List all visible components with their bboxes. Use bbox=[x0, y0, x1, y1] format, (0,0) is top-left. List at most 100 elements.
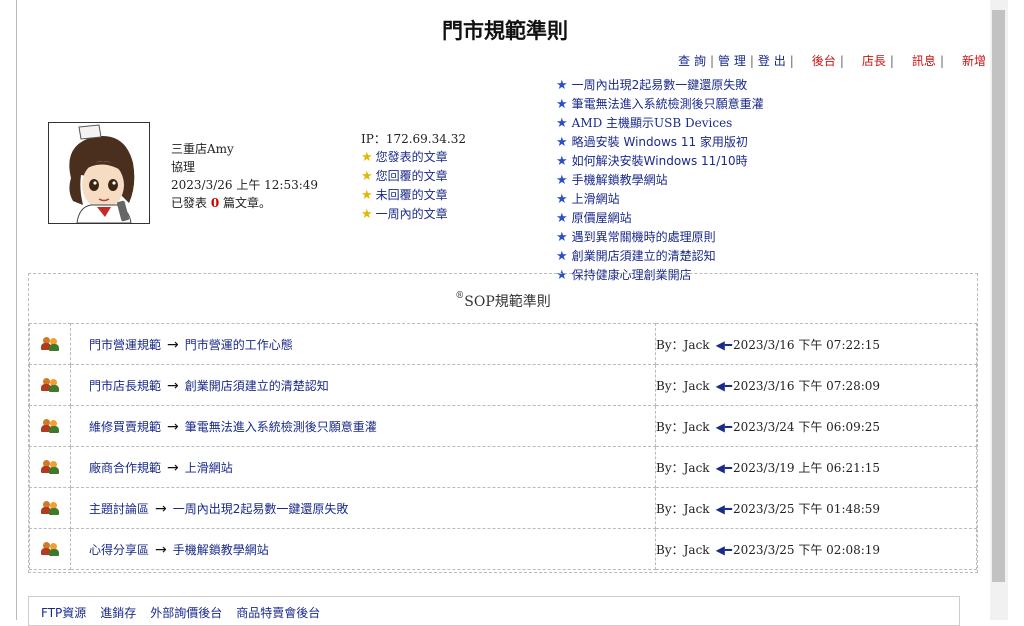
category-link[interactable]: 門市營運規範 bbox=[89, 338, 161, 352]
post-date: 2023/3/16 下午 07:22:15 bbox=[733, 337, 881, 352]
row-icon-cell bbox=[29, 487, 71, 529]
row-author-cell: By：Jack ◀━2023/3/16 下午 07:22:15 bbox=[655, 323, 977, 365]
row-icon-cell bbox=[29, 446, 71, 488]
weekly-posts-label: 一周內的文章 bbox=[375, 207, 448, 221]
topic-link[interactable]: 筆電無法進入系統檢測後只願意重灌 bbox=[185, 420, 377, 434]
topic-link[interactable]: 門市營運的工作心態 bbox=[185, 338, 293, 352]
news-item[interactable]: ★ 遇到異常關機時的處理原則 bbox=[556, 228, 764, 247]
nav-separator: | bbox=[839, 54, 844, 68]
news-item[interactable]: ★ 略過安裝 Windows 11 家用版初 bbox=[556, 133, 764, 152]
star-icon: ★ bbox=[556, 211, 568, 226]
star-icon: ★ bbox=[556, 97, 568, 112]
nav-new-link[interactable]: 新增 bbox=[962, 54, 986, 68]
news-item-label: AMD 主機顯示USB Devices bbox=[571, 116, 733, 130]
news-item[interactable]: ★ 創業開店須建立的清楚認知 bbox=[556, 247, 764, 266]
row-topic-cell: 維修買賣規範 → 筆電無法進入系統檢測後只願意重灌 bbox=[70, 405, 656, 447]
category-link[interactable]: 主題討論區 bbox=[89, 502, 149, 516]
weekly-posts-link[interactable]: ★ 一周內的文章 bbox=[361, 205, 466, 224]
news-item[interactable]: ★ 手機解鎖教學網站 bbox=[556, 171, 764, 190]
product-sale-backend-link[interactable]: 商品特賣會後台 bbox=[236, 606, 320, 620]
inventory-link[interactable]: 進銷存 bbox=[100, 606, 136, 620]
registered-mark: ® bbox=[455, 291, 465, 301]
vertical-scrollbar-thumb[interactable] bbox=[992, 10, 1005, 582]
row-author-cell: By：Jack ◀━2023/3/25 下午 02:08:19 bbox=[655, 528, 977, 570]
row-topic-cell: 心得分享區 → 手機解鎖教學網站 bbox=[70, 528, 656, 570]
bottom-link-bar: FTP資源 進銷存 外部詢價後台 商品特賣會後台 bbox=[28, 596, 960, 626]
table-row: 廠商合作規範 → 上滑網站 By：Jack ◀━2023/3/19 上午 06:21:… bbox=[29, 446, 977, 488]
author: By：Jack bbox=[656, 460, 710, 475]
post-count-number: 0 bbox=[210, 196, 220, 210]
top-navigation: 查 詢 | 管 理 | 登 出 | 後台 | 店長 | 訊息 | 新增 bbox=[678, 52, 986, 69]
ftp-resources-link[interactable]: FTP資源 bbox=[41, 606, 86, 620]
news-item[interactable]: ★ 如何解決安裝Windows 11/10時 bbox=[556, 152, 764, 171]
nav-logout-link[interactable]: 登 出 bbox=[758, 54, 786, 68]
my-replies-link[interactable]: ★ 您回覆的文章 bbox=[361, 167, 466, 186]
news-item[interactable]: ★ 上滑網站 bbox=[556, 190, 764, 209]
row-icon-cell bbox=[29, 528, 71, 570]
nav-separator: | bbox=[789, 54, 794, 68]
star-icon: ★ bbox=[556, 78, 568, 93]
users-icon bbox=[41, 501, 59, 516]
arrow-right-icon: → bbox=[155, 500, 167, 517]
author: By：Jack bbox=[656, 378, 710, 393]
nav-backend-link[interactable]: 後台 bbox=[812, 54, 836, 68]
my-posts-link[interactable]: ★ 您發表的文章 bbox=[361, 148, 466, 167]
category-link[interactable]: 心得分享區 bbox=[89, 543, 149, 557]
category-link[interactable]: 維修買賣規範 bbox=[89, 420, 161, 434]
topic-link[interactable]: 上滑網站 bbox=[185, 461, 233, 475]
post-date: 2023/3/25 下午 02:08:19 bbox=[733, 542, 881, 557]
nav-search-link[interactable]: 查 詢 bbox=[678, 54, 706, 68]
arrow-right-icon: → bbox=[167, 459, 179, 476]
sop-section: ®SOP規範準則 門市營運規範 → 門市營運的工作心態 By：Jack ◀━2023/… bbox=[28, 273, 978, 573]
news-item-label: 遇到異常關機時的處理原則 bbox=[571, 230, 716, 244]
arrow-right-icon: → bbox=[155, 541, 167, 558]
star-icon: ★ bbox=[556, 116, 568, 131]
row-author-cell: By：Jack ◀━2023/3/19 上午 06:21:15 bbox=[655, 446, 977, 488]
topic-link[interactable]: 創業開店須建立的清楚認知 bbox=[185, 379, 329, 393]
user-post-count: 已發表 0 篇文章。 bbox=[171, 194, 318, 212]
category-link[interactable]: 廠商合作規範 bbox=[89, 461, 161, 475]
star-icon: ★ bbox=[361, 188, 373, 203]
bottom-links: FTP資源 進銷存 外部詢價後台 商品特賣會後台 bbox=[41, 604, 334, 621]
my-replies-label: 您回覆的文章 bbox=[375, 169, 448, 183]
row-icon-cell bbox=[29, 405, 71, 447]
nav-manage-link[interactable]: 管 理 bbox=[718, 54, 746, 68]
row-author-cell: By：Jack ◀━2023/3/24 下午 06:09:25 bbox=[655, 405, 977, 447]
my-posts-label: 您發表的文章 bbox=[375, 150, 448, 164]
nav-manager-link[interactable]: 店長 bbox=[862, 54, 886, 68]
row-author-cell: By：Jack ◀━2023/3/16 下午 07:28:09 bbox=[655, 364, 977, 406]
news-item[interactable]: ★ 筆電無法進入系統檢測後只願意重灌 bbox=[556, 95, 764, 114]
category-link[interactable]: 門市店長規範 bbox=[89, 379, 161, 393]
unreplied-posts-label: 未回覆的文章 bbox=[375, 188, 448, 202]
news-item-label: 上滑網站 bbox=[571, 192, 620, 206]
nav-separator: | bbox=[889, 54, 894, 68]
nav-separator: | bbox=[749, 54, 754, 68]
table-row: 門市店長規範 → 創業開店須建立的清楚認知 By：Jack ◀━2023/3/16 下… bbox=[29, 364, 977, 406]
news-item-label: 略過安裝 Windows 11 家用版初 bbox=[571, 135, 748, 149]
external-quote-backend-link[interactable]: 外部詢價後台 bbox=[150, 606, 222, 620]
topic-link[interactable]: 手機解鎖教學網站 bbox=[173, 543, 269, 557]
back-arrow-icon: ◀━ bbox=[715, 419, 733, 434]
news-item[interactable]: ★ AMD 主機顯示USB Devices bbox=[556, 114, 764, 133]
back-arrow-icon: ◀━ bbox=[715, 542, 733, 557]
news-item-label: 一周內出現2起易數一鍵還原失敗 bbox=[571, 78, 748, 92]
sop-section-title: ®SOP規範準則 bbox=[29, 291, 977, 311]
news-item[interactable]: ★ 一周內出現2起易數一鍵還原失敗 bbox=[556, 76, 764, 95]
back-arrow-icon: ◀━ bbox=[715, 337, 733, 352]
news-item-label: 如何解決安裝Windows 11/10時 bbox=[571, 154, 748, 168]
star-icon: ★ bbox=[556, 135, 568, 150]
news-item[interactable]: ★ 原價屋網站 bbox=[556, 209, 764, 228]
post-date: 2023/3/25 下午 01:48:59 bbox=[733, 501, 881, 516]
topic-link[interactable]: 一周內出現2起易數一鍵還原失敗 bbox=[173, 502, 349, 516]
news-item-label: 筆電無法進入系統檢測後只願意重灌 bbox=[571, 97, 764, 111]
sop-table: 門市營運規範 → 門市營運的工作心態 By：Jack ◀━2023/3/16 下午 0… bbox=[29, 323, 977, 570]
back-arrow-icon: ◀━ bbox=[715, 378, 733, 393]
post-date: 2023/3/24 下午 06:09:25 bbox=[733, 419, 881, 434]
nav-messages-link[interactable]: 訊息 bbox=[912, 54, 936, 68]
post-count-prefix: 已發表 bbox=[171, 196, 208, 210]
unreplied-posts-link[interactable]: ★ 未回覆的文章 bbox=[361, 186, 466, 205]
users-icon bbox=[41, 542, 59, 557]
table-row: 維修買賣規範 → 筆電無法進入系統檢測後只願意重灌 By：Jack ◀━2023/3/… bbox=[29, 405, 977, 447]
star-icon: ★ bbox=[556, 249, 568, 264]
row-topic-cell: 廠商合作規範 → 上滑網站 bbox=[70, 446, 656, 488]
